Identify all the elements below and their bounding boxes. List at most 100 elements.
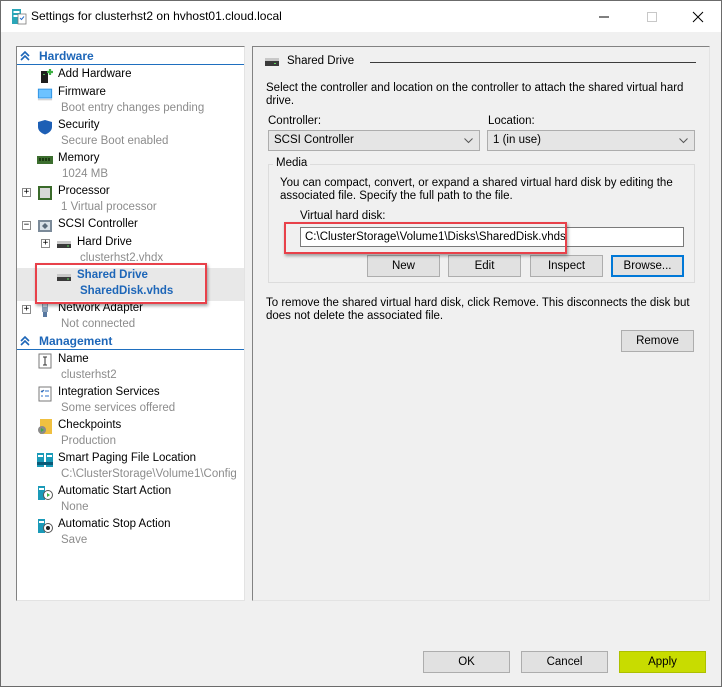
remove-button[interactable]: Remove <box>621 330 694 352</box>
expand-toggle[interactable]: + <box>41 239 50 248</box>
header-divider <box>370 62 696 63</box>
expand-toggle[interactable]: + <box>22 188 31 197</box>
tree-item-status: 1 Virtual processor <box>61 201 157 213</box>
tree-item-name: Checkpoints <box>58 419 122 431</box>
smart-paging-icon <box>37 453 53 467</box>
tree-item-name: Integration Services <box>58 386 160 398</box>
window-title: Settings for clusterhst2 on hvhost01.clo… <box>31 9 282 23</box>
minimize-icon <box>599 16 609 17</box>
inspect-button[interactable]: Inspect <box>530 255 603 277</box>
tree-item-name: Add Hardware <box>58 68 132 80</box>
shared-drive-icon <box>265 58 279 66</box>
controller-label: Controller: <box>268 115 322 127</box>
edit-button[interactable]: Edit <box>448 255 521 277</box>
tree-item-name: Processor <box>58 185 110 197</box>
tree-item-network-adapter[interactable]: + Network Adapter Not connected <box>17 301 244 334</box>
collapse-toggle[interactable]: − <box>22 221 31 230</box>
close-icon <box>692 11 704 22</box>
tree-item-checkpoints[interactable]: Checkpoints Production <box>17 418 244 451</box>
media-groupbox-label: Media <box>273 157 311 169</box>
browse-button[interactable]: Browse... <box>611 255 684 277</box>
tree-item-name: Network Adapter <box>58 302 144 314</box>
collapse-chevron-icon <box>20 50 30 61</box>
expand-toggle[interactable]: + <box>22 305 31 314</box>
tree-item-status: C:\ClusterStorage\Volume1\Config <box>61 468 237 480</box>
settings-tree: Hardware Add Hardware Firmware Boot entr… <box>16 46 245 601</box>
shared-drive-icon <box>57 274 71 281</box>
tree-item-status: SharedDisk.vhds <box>80 285 174 297</box>
management-header-label: Management <box>39 334 113 348</box>
chevron-down-icon <box>464 138 473 144</box>
collapse-chevron-icon <box>20 335 30 346</box>
tree-item-scsi-controller[interactable]: − SCSI Controller <box>17 217 244 235</box>
tree-item-status: Save <box>61 534 88 546</box>
cancel-button[interactable]: Cancel <box>521 651 608 673</box>
tree-item-shared-drive[interactable]: Shared Drive SharedDisk.vhds <box>17 268 244 301</box>
controller-select-value: SCSI Controller <box>274 134 354 146</box>
auto-stop-icon <box>38 519 53 533</box>
tree-item-processor[interactable]: + Processor 1 Virtual processor <box>17 184 244 217</box>
ok-button[interactable]: OK <box>423 651 510 673</box>
integration-services-icon <box>38 386 52 402</box>
add-hardware-icon <box>41 69 53 83</box>
tree-item-status: None <box>61 501 89 513</box>
tree-item-firmware[interactable]: Firmware Boot entry changes pending <box>17 85 244 118</box>
section-hardware[interactable]: Hardware <box>17 49 244 65</box>
security-shield-icon <box>38 120 52 135</box>
tree-item-name: Automatic Stop Action <box>58 518 171 530</box>
vhd-path-value: C:\ClusterStorage\Volume1\Disks\SharedDi… <box>305 231 566 243</box>
name-icon <box>38 353 52 369</box>
media-description: You can compact, convert, or expand a sh… <box>280 177 673 202</box>
tree-item-name: Smart Paging File Location <box>58 452 197 464</box>
controller-select[interactable]: SCSI Controller <box>268 130 480 151</box>
tree-item-automatic-start[interactable]: Automatic Start Action None <box>17 484 244 517</box>
tree-item-name: Security <box>58 119 100 131</box>
network-adapter-icon <box>42 303 48 317</box>
new-button[interactable]: New <box>367 255 440 277</box>
tree-item-name: SCSI Controller <box>58 218 138 230</box>
vhd-label: Virtual hard disk: <box>300 210 386 222</box>
tree-item-name: Shared Drive <box>77 269 148 281</box>
checkpoints-icon <box>38 419 52 434</box>
tree-item-status: Secure Boot enabled <box>61 135 169 147</box>
tree-item-name: Memory <box>58 152 100 164</box>
details-panel: Shared Drive Select the controller and l… <box>252 46 710 601</box>
location-select-value: 1 (in use) <box>493 134 541 146</box>
section-management[interactable]: Management <box>17 334 244 350</box>
tree-item-status: clusterhst2 <box>61 369 117 381</box>
maximize-icon <box>647 11 657 22</box>
title-bar: Settings for clusterhst2 on hvhost01.clo… <box>1 1 721 32</box>
tree-item-memory[interactable]: Memory 1024 MB <box>17 151 244 184</box>
location-select[interactable]: 1 (in use) <box>487 130 695 151</box>
tree-item-add-hardware[interactable]: Add Hardware <box>17 67 244 85</box>
maximize-button[interactable] <box>629 1 675 32</box>
tree-item-status: clusterhst2.vhdx <box>80 252 164 264</box>
tree-item-name: Hard Drive <box>77 236 132 248</box>
tree-item-integration-services[interactable]: Integration Services Some services offer… <box>17 385 244 418</box>
tree-item-automatic-stop[interactable]: Automatic Stop Action Save <box>17 517 244 550</box>
tree-item-smart-paging[interactable]: Smart Paging File Location C:\ClusterSto… <box>17 451 244 484</box>
tree-item-name: Firmware <box>58 86 106 98</box>
tree-item-status: Boot entry changes pending <box>61 102 205 114</box>
processor-icon <box>38 186 52 200</box>
minimize-button[interactable] <box>581 1 627 32</box>
apply-button[interactable]: Apply <box>619 651 706 673</box>
tree-item-name: Name <box>58 353 89 365</box>
remove-description: To remove the shared virtual hard disk, … <box>266 297 690 322</box>
close-button[interactable] <box>675 1 721 32</box>
tree-item-security[interactable]: Security Secure Boot enabled <box>17 118 244 151</box>
memory-icon <box>37 156 53 164</box>
hard-drive-icon <box>57 241 71 248</box>
panel-intro-text: Select the controller and location on th… <box>266 82 684 107</box>
location-label: Location: <box>488 115 535 127</box>
tree-item-name: Automatic Start Action <box>58 485 172 497</box>
tree-item-status: Some services offered <box>61 402 176 414</box>
tree-item-status: Production <box>61 435 116 447</box>
tree-item-hard-drive[interactable]: + Hard Drive clusterhst2.vhdx <box>17 235 244 268</box>
hardware-header-label: Hardware <box>39 49 94 63</box>
settings-window: Settings for clusterhst2 on hvhost01.clo… <box>0 0 722 687</box>
tree-item-name-setting[interactable]: Name clusterhst2 <box>17 352 244 385</box>
vhd-path-input[interactable]: C:\ClusterStorage\Volume1\Disks\SharedDi… <box>300 227 684 247</box>
tree-item-status: Not connected <box>61 318 136 330</box>
panel-title: Shared Drive <box>287 55 355 67</box>
